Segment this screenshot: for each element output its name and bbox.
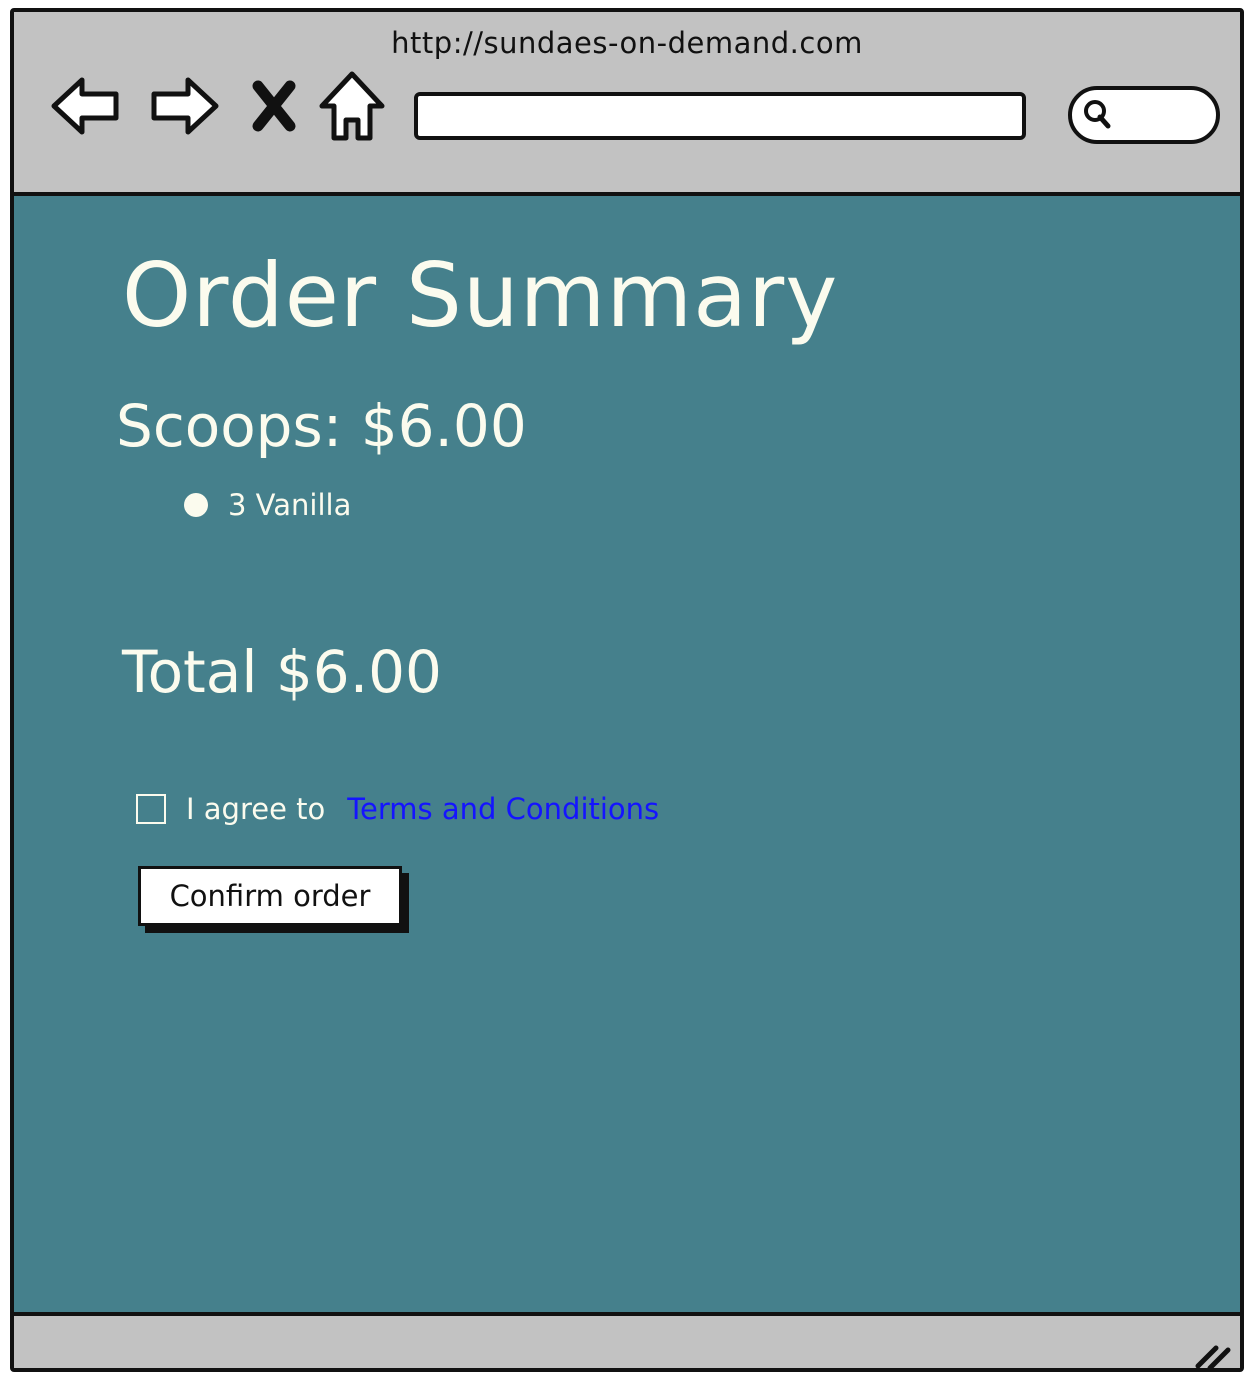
terms-label: I agree to — [186, 792, 326, 826]
list-item: 3 Vanilla — [184, 488, 351, 522]
forward-arrow-icon — [151, 77, 219, 135]
status-bar — [14, 1312, 1240, 1372]
back-arrow-icon — [51, 77, 119, 135]
scoops-subtotal: Scoops: $6.00 — [116, 392, 527, 460]
forward-button[interactable] — [146, 68, 222, 144]
confirm-order-button[interactable]: Confirm order — [138, 866, 402, 926]
terms-checkbox[interactable] — [136, 794, 166, 824]
page-title: Order Summary — [122, 244, 839, 347]
close-icon — [252, 80, 296, 132]
page-content: Order Summary Scoops: $6.00 3 Vanilla To… — [14, 196, 1240, 1312]
search-input[interactable] — [1068, 86, 1220, 144]
browser-window: http://sundaes-on-demand.com Order Summa… — [10, 8, 1244, 1372]
browser-toolbar: http://sundaes-on-demand.com — [14, 12, 1240, 196]
address-bar[interactable] — [414, 92, 1026, 140]
search-icon — [1084, 100, 1111, 129]
page-url: http://sundaes-on-demand.com — [391, 26, 863, 60]
scoop-item-label: 3 Vanilla — [228, 488, 352, 522]
bullet-icon — [184, 493, 208, 517]
home-button[interactable] — [314, 68, 390, 144]
stop-button[interactable] — [244, 68, 304, 144]
order-total: Total $6.00 — [122, 638, 442, 706]
resize-grip-icon[interactable] — [1188, 1336, 1234, 1372]
scoops-list: 3 Vanilla — [184, 488, 351, 522]
terms-link[interactable]: Terms and Conditions — [347, 792, 659, 826]
terms-row: I agree to Terms and Conditions — [136, 792, 659, 826]
back-button[interactable] — [48, 68, 124, 144]
home-icon — [319, 71, 385, 141]
